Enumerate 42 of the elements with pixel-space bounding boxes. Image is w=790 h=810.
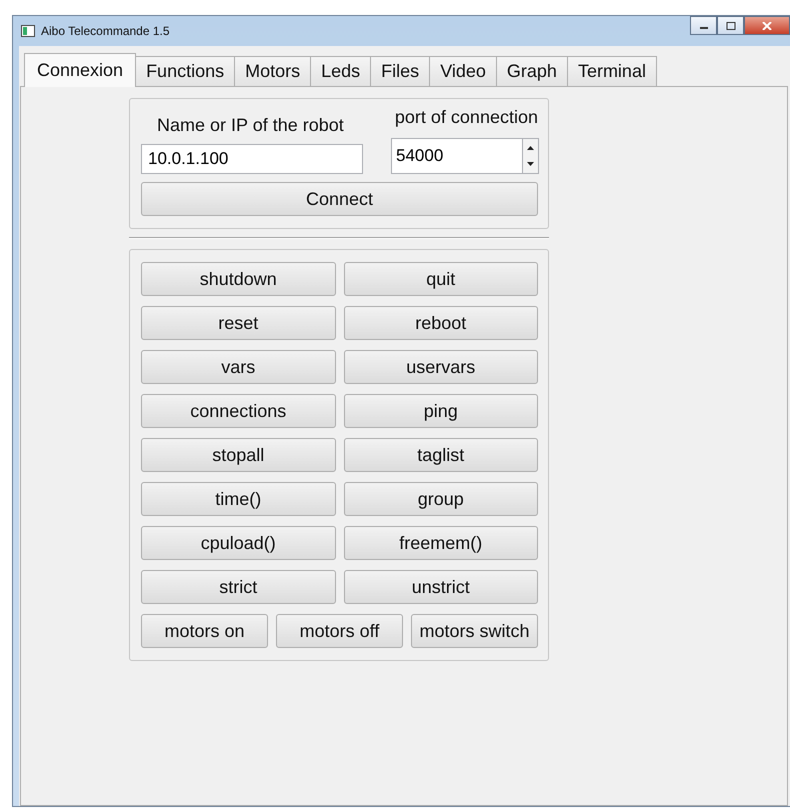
tab[interactable]: Files bbox=[370, 56, 430, 86]
host-label: Name or IP of the robot bbox=[157, 115, 344, 136]
command-button[interactable]: uservars bbox=[344, 350, 538, 384]
close-button[interactable] bbox=[744, 16, 790, 35]
port-label: port of connection bbox=[394, 107, 538, 129]
command-button[interactable]: reboot bbox=[344, 306, 538, 340]
tab[interactable]: Functions bbox=[135, 56, 236, 86]
command-button[interactable]: vars bbox=[141, 350, 336, 384]
command-button[interactable]: group bbox=[344, 482, 538, 516]
port-field[interactable]: 54000 bbox=[391, 138, 522, 174]
command-button[interactable]: taglist bbox=[344, 438, 538, 472]
spin-buttons[interactable] bbox=[522, 138, 539, 174]
command-button[interactable]: motors off bbox=[276, 614, 403, 648]
tab[interactable]: Video bbox=[429, 56, 497, 86]
tab[interactable]: Terminal bbox=[566, 56, 657, 86]
up-arrow-icon[interactable] bbox=[526, 144, 535, 152]
command-button[interactable]: connections bbox=[141, 394, 336, 428]
command-button[interactable]: reset bbox=[141, 306, 336, 340]
command-button[interactable]: cpuload() bbox=[141, 526, 336, 560]
tab[interactable]: Connexion bbox=[24, 53, 136, 87]
window-title: Aibo Telecommande 1.5 bbox=[41, 24, 170, 38]
tab[interactable]: Graph bbox=[496, 56, 568, 86]
connect-button[interactable]: Connect bbox=[141, 182, 538, 216]
command-button[interactable]: shutdown bbox=[141, 262, 336, 296]
command-button[interactable]: freemem() bbox=[344, 526, 538, 560]
command-button[interactable]: unstrict bbox=[344, 570, 538, 604]
command-button[interactable]: time() bbox=[141, 482, 336, 516]
command-button[interactable]: quit bbox=[344, 262, 538, 296]
close-icon bbox=[762, 22, 772, 30]
command-button[interactable]: ping bbox=[344, 394, 538, 428]
maximize-icon bbox=[726, 22, 736, 30]
maximize-button[interactable] bbox=[717, 16, 744, 35]
minimize-button[interactable] bbox=[690, 16, 717, 35]
command-button[interactable]: motors on bbox=[141, 614, 268, 648]
app-icon bbox=[21, 25, 35, 37]
tab[interactable]: Motors bbox=[234, 56, 312, 86]
tab[interactable]: Leds bbox=[310, 56, 372, 86]
command-button[interactable]: stopall bbox=[141, 438, 336, 472]
command-button[interactable]: strict bbox=[141, 570, 336, 604]
host-field[interactable]: 10.0.1.100 bbox=[141, 144, 363, 174]
command-button[interactable]: motors switch bbox=[411, 614, 538, 648]
down-arrow-icon[interactable] bbox=[526, 160, 535, 168]
